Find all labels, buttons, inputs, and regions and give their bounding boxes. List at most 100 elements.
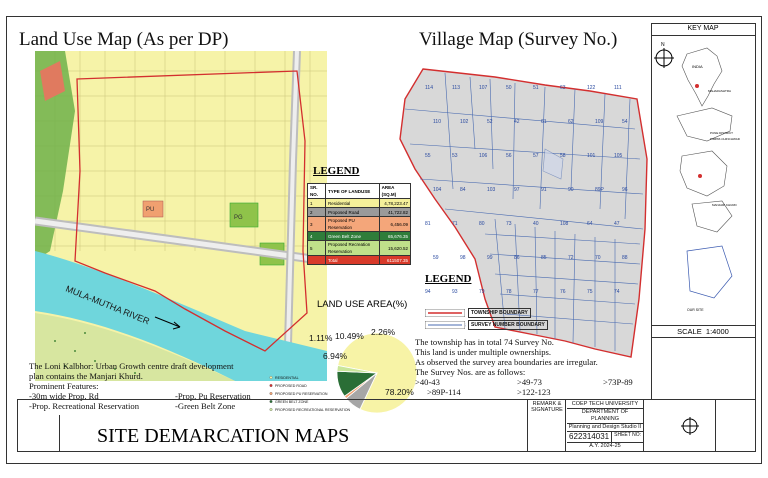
sheet-title: SITE DEMARCATION MAPS — [97, 425, 350, 447]
pie-chart-title: LAND USE AREA(%) — [317, 299, 408, 310]
feature-item: -Prop. Recreational Reservation — [29, 401, 140, 411]
keymap-label: MANJARI KHURD — [712, 203, 738, 207]
survey-number-label: 93 — [452, 289, 458, 295]
legend-cell-no: 1 — [307, 198, 326, 208]
sheet-no-label: SHEET NO: — [611, 432, 643, 442]
keymap-label: PIMPRI-CHINCHWAD — [710, 137, 741, 141]
survey-number-label: 98 — [460, 255, 466, 261]
legend-cell-no: 2 — [307, 207, 326, 217]
survey-number-label: 64 — [587, 221, 593, 227]
legend-cell-type: Total — [324, 255, 380, 265]
survey-range: >73P-89 — [603, 377, 633, 387]
legend-cell-type: Proposed Road — [324, 207, 380, 217]
key-map: N INDIA MAHARASHTRA PUNE DISTRICT PIMPRI… — [654, 42, 741, 312]
description-line: plan contains the Manjari Khurd. — [29, 371, 143, 381]
north-arrow-icon: N — [654, 42, 674, 68]
survey-number-label: 110 — [433, 119, 441, 125]
pie-label: 78.20% — [385, 387, 414, 397]
pie-legend-marker — [269, 400, 273, 403]
survey-line: As observed the survey area boundaries a… — [415, 357, 598, 367]
survey-number-label: 50 — [506, 85, 512, 91]
survey-number-label: 86 — [514, 255, 520, 261]
description-line: Prominent Features: — [29, 381, 99, 391]
survey-number-label: 70 — [595, 255, 601, 261]
pie-legend-marker — [269, 392, 273, 395]
legend-cell-no: 3 — [307, 216, 326, 232]
survey-number-label: 88 — [622, 255, 628, 261]
description-line: The Loni Kalbhor: Urban Growth centre dr… — [29, 361, 234, 371]
survey-number-label: 122 — [587, 85, 596, 91]
survey-number-label: 101 — [587, 153, 596, 159]
keymap-label: PUNE DISTRICT — [710, 131, 733, 135]
survey-number-label: 91 — [541, 187, 547, 193]
survey-number-label: 55 — [425, 153, 431, 159]
survey-number-label: 106 — [479, 153, 488, 159]
keymap-label: MAHARASHTRA — [708, 89, 731, 93]
survey-number-label: 90 — [568, 187, 574, 193]
keymap-label: OUR SITE — [687, 308, 704, 312]
col-type: TYPE OF LANDUSE — [324, 183, 380, 199]
legend-cell-no: 5 — [307, 240, 326, 256]
survey-number-label: 94 — [425, 289, 431, 295]
pie-label: 10.49% — [335, 331, 364, 341]
pie-legend-item: PROPOSED ROAD — [275, 384, 307, 388]
survey-number-label: 111 — [614, 85, 622, 91]
survey-number-label: 59 — [433, 255, 439, 261]
pie-label: 1.11% — [309, 333, 333, 343]
legend-cell-type: Proposed Recreation Reservation — [324, 240, 380, 256]
legend-item-township: TOWNSHIP BOUNDARY — [468, 308, 531, 318]
pie-legend-marker — [269, 384, 273, 387]
survey-number-label: 80 — [479, 221, 485, 227]
pie-label: 2.26% — [371, 327, 396, 337]
survey-number-label: 62 — [568, 119, 574, 125]
pie-label: 6.94% — [323, 351, 348, 361]
survey-number-label: 109 — [595, 119, 604, 125]
legend-cell-no — [307, 255, 326, 265]
keymap-label: INDIA — [692, 64, 703, 69]
village-map-title: Village Map (Survey No.) — [419, 29, 618, 50]
survey-number-label: 76 — [560, 289, 566, 295]
survey-number-label: 89P — [595, 187, 605, 193]
survey-number-label: 72 — [568, 255, 574, 261]
student-id: 622314031 — [569, 432, 610, 441]
studio-name: Planning and Design Studio II — [567, 424, 643, 432]
village-legend-heading: LEGEND — [425, 273, 472, 285]
feature-item: -Green Belt Zone — [175, 401, 236, 411]
pie-legend-marker — [269, 376, 273, 379]
legend-cell-type: Proposed PU Reservation — [324, 216, 380, 232]
survey-number-label: 105 — [614, 153, 623, 159]
survey-number-label: 51 — [533, 85, 539, 91]
survey-number-label: 85 — [541, 255, 547, 261]
survey-number-label: 40 — [533, 221, 539, 227]
survey-number-label: 42 — [514, 119, 520, 125]
land-use-legend-heading: LEGEND — [313, 165, 360, 177]
survey-number-label: 54 — [622, 119, 628, 125]
survey-number-label: 108 — [560, 221, 569, 227]
department-name: DEPARTMENT OF PLANNING — [567, 409, 643, 424]
survey-number-label: 77 — [533, 289, 539, 295]
survey-number-label: 96 — [622, 187, 628, 193]
survey-number-label: 79 — [479, 289, 485, 295]
survey-range: >89P-114 — [427, 387, 461, 397]
survey-number-label: 52 — [487, 119, 493, 125]
pie-legend-item: PROPOSED RECREATIONAL RESERVATION — [275, 408, 350, 412]
village-legend: TOWNSHIP BOUNDARY SURVEY NUMBER BOUNDARY — [425, 308, 548, 330]
pie-legend-item: RESIDENTIAL — [275, 376, 299, 380]
svg-text:PG: PG — [234, 215, 243, 221]
survey-number-label: 73 — [506, 221, 512, 227]
survey-number-label: 102 — [460, 119, 469, 125]
survey-number-label: 104 — [433, 187, 442, 193]
scale-label: SCALE 1:4000 — [677, 327, 729, 336]
township-boundary-swatch — [425, 309, 465, 317]
survey-range: >40-43 — [415, 377, 440, 387]
drawing-sheet: Land Use Map (As per DP) MULA-MUTHA RIVE… — [6, 16, 762, 464]
survey-number-label: 113 — [452, 85, 460, 91]
survey-number-label: 56 — [506, 153, 512, 159]
survey-text-block: The township has in total 74 Survey No. … — [415, 337, 633, 397]
survey-number-label: 107 — [479, 85, 488, 91]
survey-number-label: 57 — [533, 153, 539, 159]
legend-item-survey: SURVEY NUMBER BOUNDARY — [468, 320, 548, 330]
title-block-info: COEP TECH UNIVERSITY DEPARTMENT OF PLANN… — [567, 401, 643, 450]
remark-signature: REMARK & SIGNATURE — [531, 401, 563, 413]
survey-range: >49-73 — [517, 377, 542, 387]
